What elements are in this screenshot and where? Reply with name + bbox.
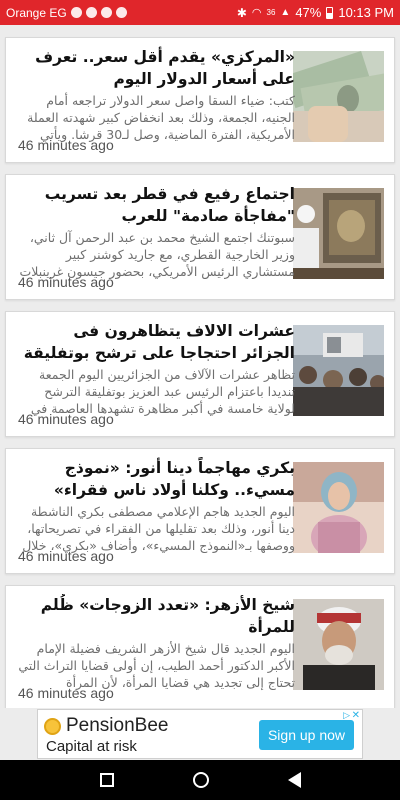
article-headline[interactable]: شيخ الأزهر: «تعدد الزوجات» ظُلم للمرأة: [18, 594, 295, 638]
article-thumbnail-woman[interactable]: [293, 462, 384, 553]
ad-tagline: Capital at risk: [46, 738, 137, 755]
battery-icon: [326, 6, 334, 19]
gmail-icon: [100, 7, 112, 18]
news-card[interactable]: عشرات الالاف يتظاهرون فى الجزائر احتجاجا…: [5, 311, 395, 437]
article-thumbnail-meeting[interactable]: [293, 188, 384, 279]
ad-brand-name: PensionBee: [66, 715, 169, 736]
article-summary: اليوم الجديد قال شيخ الأزهر الشريف فضيلة…: [18, 641, 295, 690]
clock: 10:13 PM: [338, 5, 394, 20]
battery-percent: 47%: [295, 5, 322, 20]
news-card[interactable]: شيخ الأزهر: «تعدد الزوجات» ظُلم للمرأة ا…: [5, 585, 395, 708]
back-button[interactable]: [287, 772, 301, 788]
article-timestamp: 46 minutes ago: [18, 685, 114, 701]
article-thumbnail-protest[interactable]: [293, 325, 384, 416]
article-headline[interactable]: «المركزي» يقدم أقل سعر.. تعرف على أسعار …: [18, 46, 295, 90]
bluetooth-icon: ✱: [236, 5, 247, 20]
ad-brand: PensionBee: [44, 715, 168, 737]
article-timestamp: 46 minutes ago: [18, 548, 114, 564]
sync-icon: [115, 7, 127, 18]
signal-label: 36: [266, 8, 276, 17]
article-summary: كتب: ضياء السقا واصل سعر الدولار تراجعه …: [27, 93, 295, 142]
news-card[interactable]: بكري مهاجماً دينا أنور: «نموذج مسيء.. وك…: [5, 448, 395, 574]
article-thumbnail-dollar[interactable]: [293, 51, 384, 142]
article-timestamp: 46 minutes ago: [18, 274, 114, 290]
home-button[interactable]: [192, 772, 209, 788]
article-summary: اليوم الجديد هاجم الإعلامي مصطفى بكري ال…: [22, 504, 295, 553]
ad-signup-button[interactable]: Sign up now: [259, 720, 354, 750]
ad-banner[interactable]: PensionBee Capital at risk Sign up now ▷…: [37, 709, 363, 759]
article-timestamp: 46 minutes ago: [18, 137, 114, 153]
news-feed[interactable]: «المركزي» يقدم أقل سعر.. تعرف على أسعار …: [0, 25, 400, 708]
article-summary: تظاهر عشرات الآلاف من الجزائريين اليوم ا…: [30, 367, 295, 416]
news-card[interactable]: «المركزي» يقدم أقل سعر.. تعرف على أسعار …: [5, 37, 395, 163]
news-card[interactable]: اجتماع رفيع في قطر بعد تسريب "مفاجأة صاد…: [5, 174, 395, 300]
article-headline[interactable]: بكري مهاجماً دينا أنور: «نموذج مسيء.. وك…: [18, 457, 295, 501]
signal-icon: ▲: [280, 7, 291, 18]
pensionbee-logo-icon: [44, 717, 61, 735]
article-thumbnail-sheikh[interactable]: [293, 599, 384, 690]
article-headline[interactable]: عشرات الالاف يتظاهرون فى الجزائر احتجاجا…: [18, 320, 295, 364]
notification-icon: [85, 7, 97, 18]
wifi-icon: ◠: [251, 7, 262, 19]
article-timestamp: 46 minutes ago: [18, 411, 114, 427]
carrier-name: Orange EG: [6, 5, 67, 20]
adchoices-icon[interactable]: ▷: [343, 711, 350, 721]
android-nav-bar: [0, 760, 400, 800]
ad-close-icon[interactable]: ✕: [352, 710, 360, 721]
article-headline[interactable]: اجتماع رفيع في قطر بعد تسريب "مفاجأة صاد…: [18, 183, 295, 227]
whatsapp-icon: [70, 7, 82, 18]
recents-button[interactable]: [99, 773, 114, 787]
status-bar: Orange EG ✱ ◠ 36 ▲ 47% 10:13 PM: [0, 0, 400, 25]
article-summary: سبوتنك اجتمع الشيخ محمد بن عبد الرحمن آل…: [19, 230, 295, 279]
